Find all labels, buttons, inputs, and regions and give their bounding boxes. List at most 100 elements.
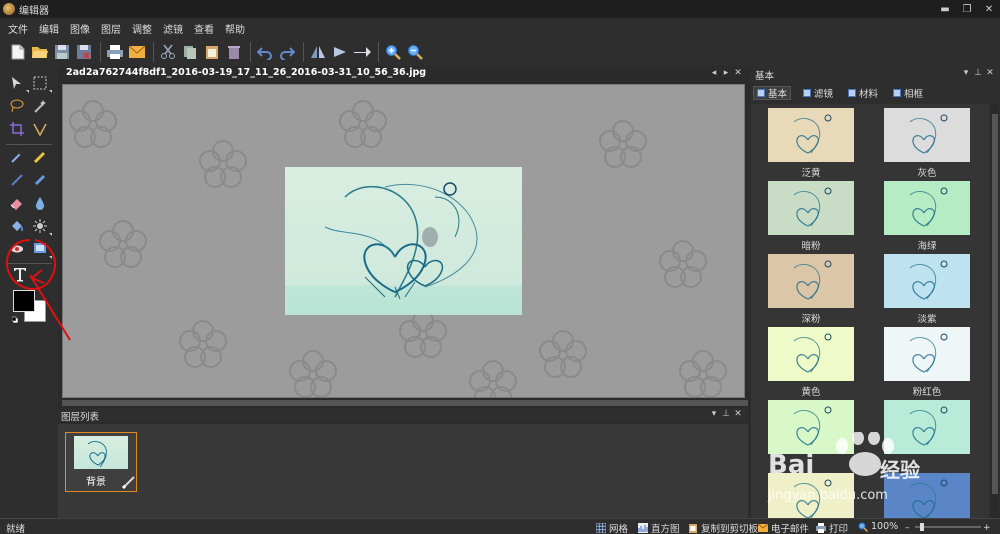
menu-view[interactable]: 查看 — [194, 21, 214, 36]
flip-button[interactable] — [308, 42, 328, 62]
open-file-button[interactable] — [30, 42, 50, 62]
menu-help[interactable]: 帮助 — [225, 21, 245, 36]
scroll-left-icon[interactable]: ◂ — [708, 68, 720, 78]
minimize-button[interactable]: ▬ — [934, 0, 956, 18]
zoom-minus-icon[interactable]: – — [905, 523, 910, 532]
fill-tool[interactable] — [8, 217, 26, 235]
save-button[interactable] — [52, 42, 72, 62]
share-button[interactable] — [352, 42, 372, 62]
preset-item[interactable]: 海绿 — [884, 181, 970, 252]
sun-icon — [33, 219, 47, 233]
print-status-button[interactable]: 打印 — [816, 521, 848, 534]
dodge-tool[interactable] — [31, 217, 52, 236]
scrollbar-thumb[interactable] — [992, 114, 998, 494]
zoom-out-button[interactable] — [405, 42, 425, 62]
cut-button[interactable] — [158, 42, 178, 62]
menu-adjust[interactable]: 调整 — [132, 21, 152, 36]
close-panel-icon[interactable]: ✕ — [732, 409, 744, 419]
tab-filter[interactable]: 滤镜 — [800, 86, 836, 100]
preset-item[interactable]: 黄色 — [768, 327, 854, 398]
preset-item[interactable]: 暗粉 — [768, 181, 854, 252]
shape-tool[interactable] — [31, 240, 52, 259]
preset-thumbnail — [793, 333, 832, 373]
zoom-slider[interactable]: – + — [905, 522, 990, 532]
preset-item[interactable] — [884, 473, 970, 518]
copy-to-clipboard-button[interactable]: 复制到剪切板 — [688, 521, 758, 534]
toolbar-divider — [153, 42, 154, 62]
text-tool[interactable] — [10, 264, 30, 284]
rotate-button[interactable] — [330, 42, 350, 62]
undo-button[interactable] — [255, 42, 275, 62]
copy-button[interactable] — [180, 42, 200, 62]
close-button[interactable]: ✕ — [978, 0, 1000, 18]
eraser-tool[interactable] — [8, 194, 26, 212]
preset-label: 灰色 — [917, 168, 937, 179]
line-tool[interactable] — [8, 171, 26, 189]
image-photo[interactable] — [285, 167, 522, 315]
marquee-tool[interactable] — [31, 74, 52, 93]
perspective-tool[interactable] — [31, 120, 49, 138]
document-tab-title[interactable]: 2ad2a762744f8df1_2016-03-19_17_11_26_201… — [66, 67, 426, 78]
preset-item[interactable]: 淡紫 — [884, 254, 970, 325]
grid-icon — [596, 523, 606, 533]
crop-icon — [10, 122, 24, 136]
zoom-plus-icon[interactable]: + — [983, 523, 990, 532]
menu-filter[interactable]: 滤镜 — [163, 21, 183, 36]
eyedropper-tool[interactable] — [8, 148, 26, 166]
save-as-button[interactable] — [74, 42, 94, 62]
foreground-color-swatch-front[interactable] — [13, 290, 35, 312]
menu-layer[interactable]: 图层 — [101, 21, 121, 36]
paste-button[interactable] — [202, 42, 222, 62]
eye-icon — [11, 245, 23, 253]
menu-file[interactable]: 文件 — [8, 21, 28, 36]
image-canvas[interactable] — [62, 84, 745, 398]
canvas-horizontal-scrollbar[interactable] — [62, 400, 748, 406]
brush-tool[interactable] — [31, 171, 49, 189]
zoom-in-button[interactable] — [383, 42, 403, 62]
pencil-tool[interactable] — [31, 148, 49, 166]
lasso-tool[interactable] — [8, 97, 26, 115]
trash-icon — [228, 46, 240, 59]
swap-colors-button[interactable] — [12, 314, 22, 324]
clipboard-icon — [689, 524, 697, 533]
blur-tool[interactable] — [31, 194, 49, 212]
preset-thumbnail — [909, 114, 948, 154]
email-button[interactable] — [127, 42, 147, 62]
magic-wand-tool[interactable] — [31, 97, 49, 115]
preset-item[interactable]: 深粉 — [768, 254, 854, 325]
scroll-right-icon[interactable]: ▸ — [720, 68, 732, 78]
tab-basic[interactable]: 基本 — [753, 86, 792, 100]
preset-vertical-scrollbar[interactable] — [991, 104, 999, 518]
menu-image[interactable]: 图像 — [70, 21, 90, 36]
tab-frame[interactable]: 相框 — [890, 86, 926, 100]
preset-item[interactable] — [768, 473, 854, 518]
histogram-toggle[interactable]: 直方图 — [638, 521, 680, 534]
preset-item[interactable]: 粉红色 — [884, 327, 970, 398]
panel-menu-icon[interactable]: ▾ — [708, 409, 720, 419]
app-logo-icon — [3, 3, 15, 15]
menu-edit[interactable]: 编辑 — [39, 21, 59, 36]
close-document-icon[interactable]: ✕ — [732, 68, 744, 78]
redo-button[interactable] — [277, 42, 297, 62]
close-panel-icon[interactable]: ✕ — [984, 68, 996, 78]
red-eye-tool[interactable] — [8, 240, 26, 258]
delete-button[interactable] — [224, 42, 244, 62]
maximize-button[interactable]: ❐ — [956, 0, 978, 18]
pin-icon[interactable]: ⊥ — [972, 68, 984, 78]
email-status-button[interactable]: 电子邮件 — [758, 521, 809, 534]
preset-item[interactable] — [768, 400, 854, 454]
move-tool[interactable] — [8, 74, 29, 93]
crop-tool[interactable] — [8, 120, 26, 138]
panel-menu-icon[interactable]: ▾ — [960, 68, 972, 78]
adjustments-panel: 基本 ▾ ⊥ ✕ 基本 滤镜 材料 相框 泛黄 灰色 暗粉 海绿 深粉 淡紫 黄色 粉红色 — [751, 66, 1000, 518]
grid-toggle[interactable]: 网格 — [596, 521, 628, 534]
tab-material[interactable]: 材料 — [845, 86, 881, 100]
preset-item[interactable] — [884, 400, 970, 454]
preset-item[interactable]: 泛黄 — [768, 108, 854, 179]
preset-item[interactable]: 灰色 — [884, 108, 970, 179]
layer-item[interactable]: 背景 — [65, 432, 137, 492]
print-button[interactable] — [105, 42, 125, 62]
zoom-slider-thumb[interactable] — [920, 523, 924, 531]
new-file-button[interactable] — [8, 42, 28, 62]
pin-icon[interactable]: ⊥ — [720, 409, 732, 419]
